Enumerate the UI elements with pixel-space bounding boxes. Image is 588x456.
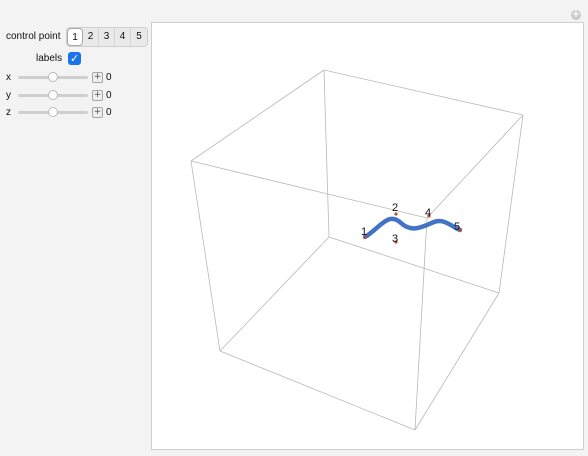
z-slider-row: z + 0 [6,106,112,118]
x-expand-icon[interactable]: + [92,71,103,83]
point-label-5: 5 [454,221,460,233]
y-slider-thumb[interactable] [48,89,58,100]
control-point-tab-3[interactable]: 3 [99,28,115,46]
labels-label: labels [36,53,63,64]
3d-view[interactable]: 1 2 3 4 5 [152,23,583,449]
y-slider[interactable] [18,89,88,100]
x-slider[interactable] [18,71,88,82]
point-label-2: 2 [392,202,398,214]
y-slider-label: y [6,89,11,101]
z-expand-icon[interactable]: + [92,106,103,118]
z-slider-label: z [6,106,11,118]
control-panel: control point 1 2 3 4 5 labels ✓ x + 0 y… [0,0,150,456]
control-point-tab-1[interactable]: 1 [67,28,83,46]
plot-area[interactable]: 1 2 3 4 5 [151,22,584,450]
point-label-4: 4 [425,207,431,219]
control-point-tab-5[interactable]: 5 [131,28,147,46]
x-slider-thumb[interactable] [48,71,58,82]
labels-row: labels ✓ [36,52,82,65]
control-point-tab-4[interactable]: 4 [115,28,131,46]
x-value: 0 [106,71,112,83]
point-label-3: 3 [392,233,398,245]
y-slider-row: y + 0 [6,89,112,101]
control-point-label: control point [6,30,61,42]
add-icon[interactable]: + [571,10,581,20]
x-slider-row: x + 0 [6,71,112,83]
z-slider[interactable] [18,106,88,117]
labels-checkbox[interactable]: ✓ [68,52,82,65]
z-value: 0 [106,106,112,118]
z-slider-thumb[interactable] [48,106,58,117]
y-value: 0 [106,89,112,101]
control-point-tab-2[interactable]: 2 [83,28,99,46]
x-slider-label: x [6,71,11,83]
bezier-curve [362,216,463,240]
y-expand-icon[interactable]: + [92,89,103,101]
bounding-box [190,69,524,431]
control-point-selector: 1 2 3 4 5 [66,27,148,47]
point-label-1: 1 [361,226,367,238]
